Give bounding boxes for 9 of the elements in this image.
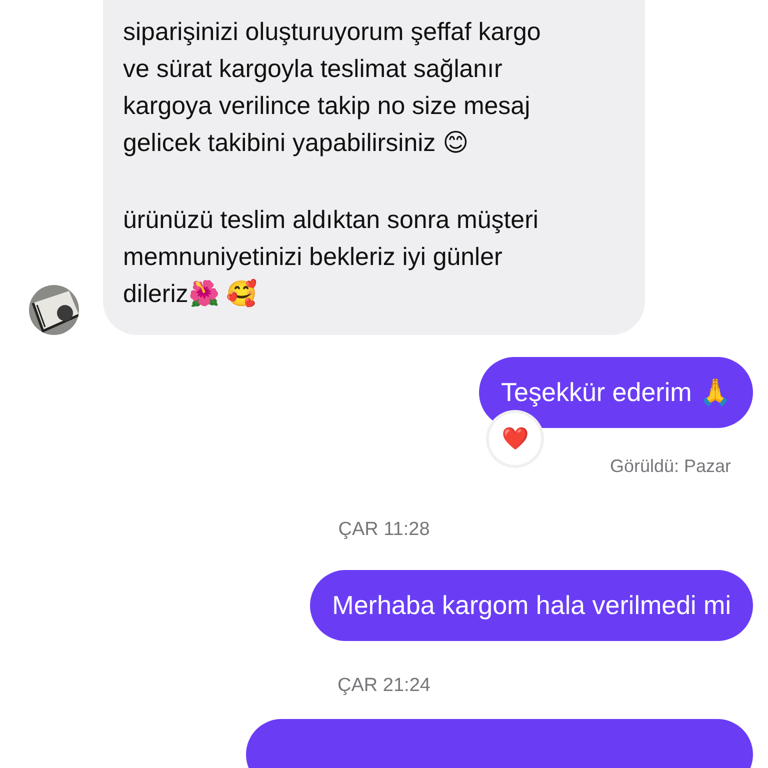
timestamp: ÇAR 11:28 (338, 519, 430, 541)
avatar-icon[interactable] (29, 285, 79, 335)
timestamp: ÇAR 21:24 (338, 675, 430, 697)
message-text: Merhaba kargom hala verilmedi mi (332, 590, 731, 621)
message-text: ürünüzü teslim aldıktan sonra müşteri memnuniyetinizi bekleriz iyi günler dileriz🌺 🥰 (123, 205, 540, 310)
message-text: siparişinizi oluşturuyorum şeffaf kargo ve sürat kargoyla teslimat sağlanır kargoya verilince takip no size mesaj gelicek takibini yapabilirsiniz 😊 (123, 17, 542, 159)
reaction-badge[interactable]: ❤ (489, 413, 542, 465)
seen-status: Görüldü: Pazar (610, 456, 731, 477)
message-text: Teşekkür ederim 🙏 (501, 377, 731, 408)
